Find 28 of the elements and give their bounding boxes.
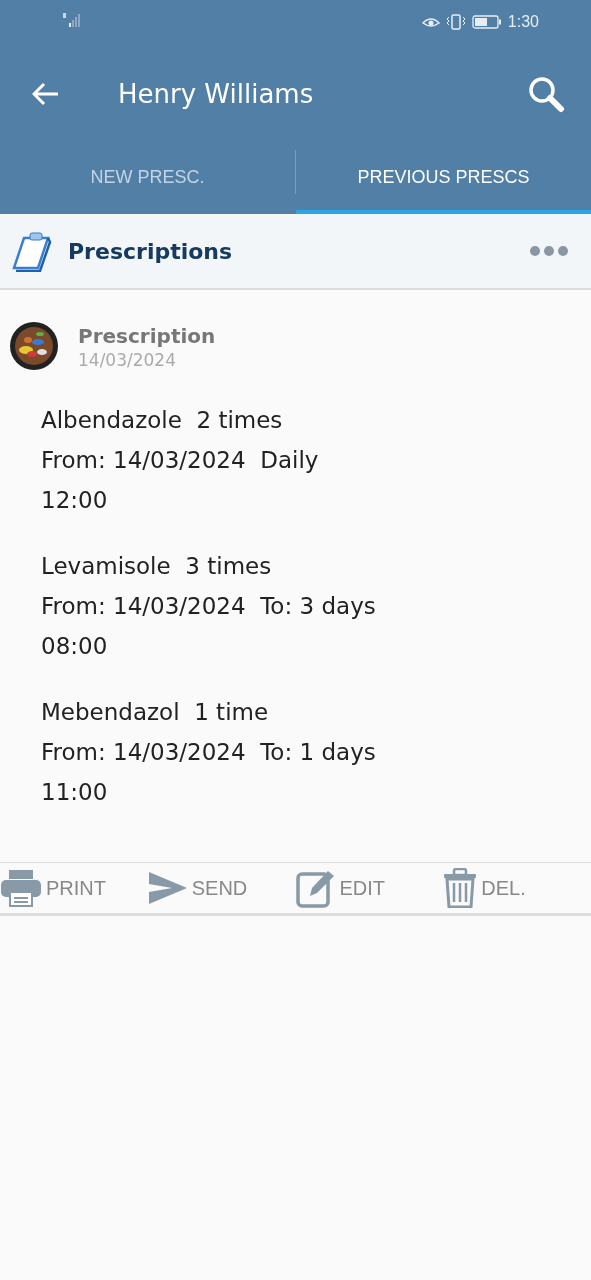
- trash-icon: [443, 868, 478, 908]
- send-icon: [147, 871, 188, 905]
- medication-period: From: 14/03/2024 To: 3 days: [41, 592, 377, 621]
- section-title: Prescriptions: [68, 238, 234, 264]
- medication-period: From: 14/03/2024 To: 1 days: [41, 738, 377, 767]
- battery-icon: [471, 15, 502, 29]
- edit-icon: [295, 868, 336, 908]
- prescription-title: Prescription: [78, 324, 216, 348]
- prescription-date: 14/03/2024: [78, 350, 177, 370]
- print-button[interactable]: PRINT: [0, 869, 148, 907]
- send-button[interactable]: SEND: [147, 871, 296, 905]
- medication-name: Albendazole 2 times: [41, 406, 284, 435]
- tab[interactable]: NEW PRESC.: [0, 144, 295, 214]
- eye-icon: [421, 15, 440, 29]
- medication-name: Mebendazol 1 time: [41, 698, 270, 727]
- search-icon[interactable]: [527, 75, 565, 113]
- more-icon[interactable]: [529, 245, 569, 257]
- medication-time: 08:00: [41, 632, 109, 661]
- medication-time: 12:00: [41, 486, 109, 515]
- medication-period: From: 14/03/2024 Daily: [41, 446, 320, 475]
- delete-button[interactable]: DEL.: [443, 868, 591, 908]
- vibrate-icon: [445, 14, 466, 30]
- back-arrow-icon[interactable]: [32, 82, 60, 106]
- app-title: Henry Williams: [118, 79, 315, 109]
- edit-button[interactable]: EDIT: [295, 868, 444, 908]
- clock-time: 1:30: [507, 13, 539, 31]
- medication-name: Levamisole 3 times: [41, 552, 273, 581]
- medication-time: 11:00: [41, 778, 109, 807]
